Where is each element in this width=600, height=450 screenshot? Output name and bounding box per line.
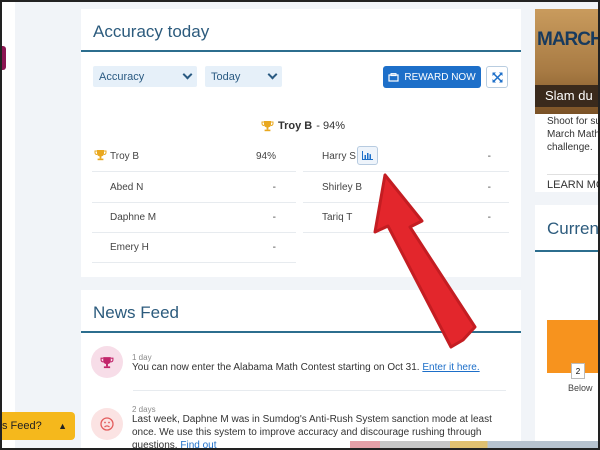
annotation-arrow	[373, 173, 477, 349]
